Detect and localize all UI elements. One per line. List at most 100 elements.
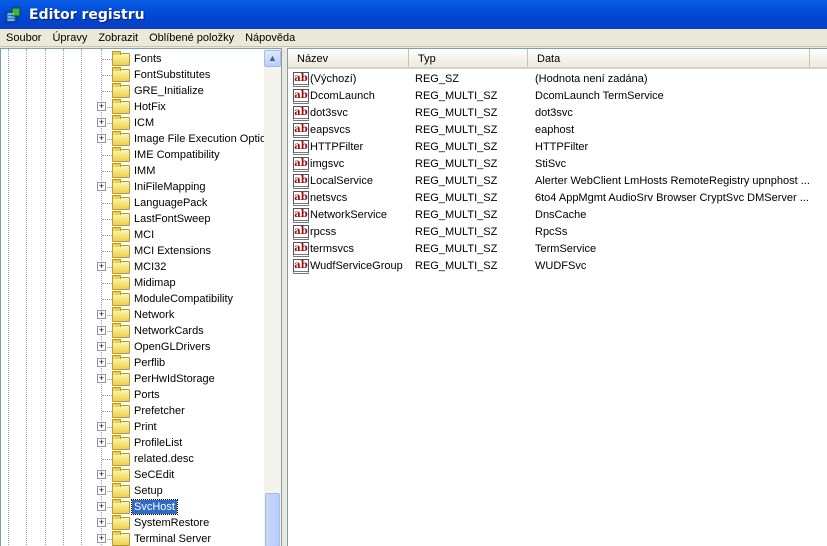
tree-item[interactable]: IME Compatibility (1, 147, 263, 163)
tree-item-label[interactable]: Fonts (132, 52, 164, 66)
list-row[interactable]: ab LocalService REG_MULTI_SZ Alerter Web… (288, 173, 827, 190)
tree-item[interactable]: related.desc (1, 451, 263, 467)
list-row[interactable]: ab rpcss REG_MULTI_SZ RpcSs (288, 224, 827, 241)
menu-favorites[interactable]: Oblíbené položky (143, 32, 239, 44)
list-row[interactable]: ab termsvcs REG_MULTI_SZ TermService (288, 241, 827, 258)
tree-item[interactable]: + SystemRestore (1, 515, 263, 531)
tree-item-label[interactable]: ICM (132, 116, 156, 130)
tree-item[interactable]: Ports (1, 387, 263, 403)
tree-item-label[interactable]: MCI32 (132, 260, 168, 274)
column-header-name[interactable]: Název (288, 49, 409, 67)
tree-item-label[interactable]: ModuleCompatibility (132, 292, 235, 306)
expand-button[interactable]: + (97, 438, 106, 447)
scroll-up-button[interactable]: ▲ (264, 50, 281, 67)
tree-item[interactable]: FontSubstitutes (1, 67, 263, 83)
registry-tree[interactable]: Fonts FontSubstitutes GRE_Initialize + HotFi… (0, 48, 282, 546)
column-header-data[interactable]: Data (528, 49, 810, 67)
tree-item[interactable]: + ICM (1, 115, 263, 131)
list-row[interactable]: ab WudfServiceGroup REG_MULTI_SZ WUDFSvc (288, 258, 827, 275)
tree-item[interactable]: LanguagePack (1, 195, 263, 211)
tree-item-label[interactable]: HotFix (132, 100, 168, 114)
tree-item[interactable]: + SvcHost (1, 499, 263, 515)
list-row[interactable]: ab eapsvcs REG_MULTI_SZ eaphost (288, 122, 827, 139)
tree-item[interactable]: + SeCEdit (1, 467, 263, 483)
tree-item[interactable]: + PerHwIdStorage (1, 371, 263, 387)
tree-item[interactable]: + Setup (1, 483, 263, 499)
tree-item-label[interactable]: SystemRestore (132, 516, 211, 530)
tree-item-label[interactable]: SvcHost (131, 499, 178, 515)
tree-item-label[interactable]: Print (132, 420, 159, 434)
expand-button[interactable]: + (97, 358, 106, 367)
tree-item-label[interactable]: MCI Extensions (132, 244, 213, 258)
list-row[interactable]: ab netsvcs REG_MULTI_SZ 6to4 AppMgmt Aud… (288, 190, 827, 207)
list-row[interactable]: ab NetworkService REG_MULTI_SZ DnsCache (288, 207, 827, 224)
tree-scrollbar[interactable]: ▲ (264, 49, 281, 546)
tree-item[interactable]: + HotFix (1, 99, 263, 115)
list-row[interactable]: ab HTTPFilter REG_MULTI_SZ HTTPFilter (288, 139, 827, 156)
tree-item[interactable]: + Network (1, 307, 263, 323)
tree-item-label[interactable]: OpenGLDrivers (132, 340, 212, 354)
tree-item-label[interactable]: IMM (132, 164, 157, 178)
expand-button[interactable]: + (97, 534, 106, 543)
expand-button[interactable]: + (97, 262, 106, 271)
tree-item-label[interactable]: Network (132, 308, 176, 322)
tree-item-label[interactable]: ProfileList (132, 436, 184, 450)
tree-item[interactable]: LastFontSweep (1, 211, 263, 227)
tree-item-label[interactable]: Midimap (132, 276, 178, 290)
column-header-type[interactable]: Typ (409, 49, 528, 67)
tree-item-label[interactable]: SeCEdit (132, 468, 176, 482)
menu-help[interactable]: Nápověda (239, 32, 300, 44)
tree-item[interactable]: + IniFileMapping (1, 179, 263, 195)
expand-button[interactable]: + (97, 470, 106, 479)
menu-view[interactable]: Zobrazit (92, 32, 143, 44)
list-row[interactable]: ab dot3svc REG_MULTI_SZ dot3svc (288, 105, 827, 122)
tree-item[interactable]: Fonts (1, 51, 263, 67)
list-row[interactable]: ab imgsvc REG_MULTI_SZ StiSvc (288, 156, 827, 173)
tree-item-label[interactable]: FontSubstitutes (132, 68, 212, 82)
menu-edit[interactable]: Úpravy (46, 32, 92, 44)
expand-button[interactable]: + (97, 486, 106, 495)
tree-item-label[interactable]: LanguagePack (132, 196, 209, 210)
tree-item-label[interactable]: Setup (132, 484, 165, 498)
tree-item-label[interactable]: Prefetcher (132, 404, 187, 418)
tree-item-label[interactable]: PerHwIdStorage (132, 372, 217, 386)
tree-item[interactable]: + NetworkCards (1, 323, 263, 339)
tree-item[interactable]: + Perflib (1, 355, 263, 371)
expand-button[interactable]: + (97, 134, 106, 143)
tree-item[interactable]: Midimap (1, 275, 263, 291)
tree-item-label[interactable]: Ports (132, 388, 162, 402)
expand-button[interactable]: + (97, 342, 106, 351)
tree-item[interactable]: IMM (1, 163, 263, 179)
tree-item[interactable]: ModuleCompatibility (1, 291, 263, 307)
tree-item[interactable]: MCI (1, 227, 263, 243)
tree-item-label[interactable]: NetworkCards (132, 324, 206, 338)
expand-button[interactable]: + (97, 310, 106, 319)
tree-item-label[interactable]: GRE_Initialize (132, 84, 206, 98)
tree-item[interactable]: GRE_Initialize (1, 83, 263, 99)
tree-item-label[interactable]: IniFileMapping (132, 180, 208, 194)
tree-item-label[interactable]: Image File Execution Options (132, 132, 280, 146)
values-list[interactable]: Název Typ Data ab (Výchozí) REG_SZ (Hodn… (287, 48, 827, 546)
tree-item-label[interactable]: MCI (132, 228, 156, 242)
expand-button[interactable]: + (97, 102, 106, 111)
expand-button[interactable]: + (97, 182, 106, 191)
tree-item[interactable]: + MCI32 (1, 259, 263, 275)
tree-item-label[interactable]: related.desc (132, 452, 196, 466)
expand-button[interactable]: + (97, 502, 106, 511)
tree-item-label[interactable]: IME Compatibility (132, 148, 222, 162)
menu-file[interactable]: Soubor (0, 32, 46, 44)
tree-item[interactable]: + Image File Execution Options (1, 131, 278, 147)
scroll-thumb[interactable] (265, 493, 280, 546)
expand-button[interactable]: + (97, 326, 106, 335)
tree-item[interactable]: MCI Extensions (1, 243, 263, 259)
tree-item-label[interactable]: Terminal Server (132, 532, 213, 546)
list-row[interactable]: ab DcomLaunch REG_MULTI_SZ DcomLaunch Te… (288, 88, 827, 105)
tree-item-label[interactable]: LastFontSweep (132, 212, 212, 226)
tree-item[interactable]: + Terminal Server (1, 531, 263, 546)
tree-item-label[interactable]: Perflib (132, 356, 167, 370)
tree-item[interactable]: + Print (1, 419, 263, 435)
list-row[interactable]: ab (Výchozí) REG_SZ (Hodnota není zadána… (288, 71, 827, 88)
tree-item[interactable]: Prefetcher (1, 403, 263, 419)
expand-button[interactable]: + (97, 374, 106, 383)
expand-button[interactable]: + (97, 422, 106, 431)
